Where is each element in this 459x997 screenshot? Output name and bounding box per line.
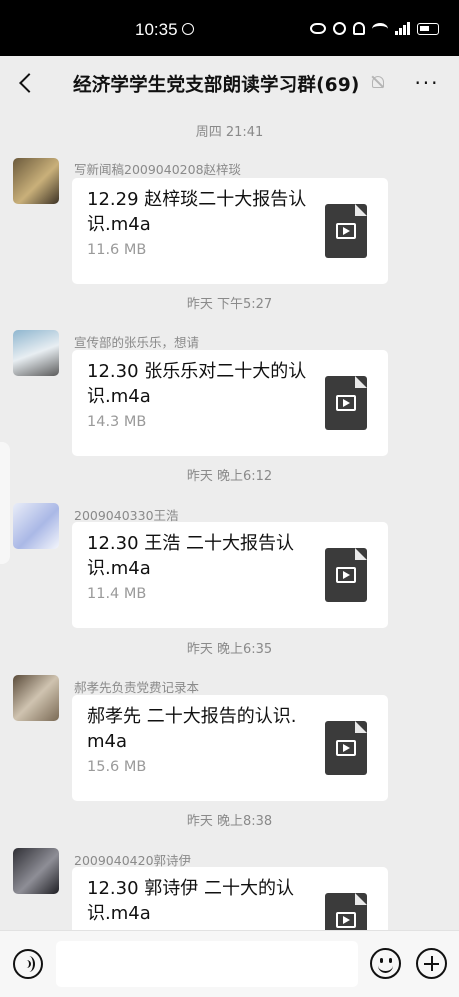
sender-name: 写新闻稿2009040208赵梓琰 <box>74 162 242 177</box>
file-size: 11.4 MB <box>87 586 147 602</box>
alarm-icon <box>333 22 346 35</box>
side-drawer-handle[interactable] <box>0 442 10 564</box>
avatar[interactable] <box>13 330 59 376</box>
back-button[interactable] <box>14 68 44 98</box>
video-file-icon <box>325 204 367 258</box>
file-message-bubble[interactable]: 郝孝先 二十大报告的认识.m4a 15.6 MB <box>72 695 388 801</box>
file-size: 14.3 MB <box>87 414 147 430</box>
chat-header: 经济学学生党支部朗读学习群(69) ··· <box>0 56 459 110</box>
message-timestamp: 昨天 下午5:27 <box>186 297 273 312</box>
input-bar <box>0 930 459 997</box>
avatar[interactable] <box>13 675 59 721</box>
message-input[interactable] <box>56 941 358 987</box>
file-message-bubble[interactable]: 12.29 赵梓琰二十大报告认识.m4a 11.6 MB <box>72 178 388 284</box>
signal-icon <box>395 22 410 35</box>
eye-comfort-icon <box>310 23 326 34</box>
video-file-icon <box>325 548 367 602</box>
message-timestamp: 昨天 晚上6:35 <box>186 642 273 657</box>
status-bar: 10:35 <box>0 0 459 56</box>
file-size: 15.6 MB <box>87 759 147 775</box>
status-time: 10:35 <box>135 20 178 39</box>
more-options-button[interactable]: ··· <box>412 70 442 96</box>
file-name: 12.30 郭诗伊 二十大的认识.m4a <box>87 878 294 924</box>
sender-name: 郝孝先负责党费记录本 <box>74 680 200 695</box>
file-name: 12.29 赵梓琰二十大报告认识.m4a <box>87 189 307 235</box>
emoji-button[interactable] <box>370 948 401 979</box>
more-actions-button[interactable] <box>416 948 447 979</box>
file-size: 11.6 MB <box>87 242 147 258</box>
file-name: 12.30 张乐乐对二十大的认识.m4a <box>87 361 307 407</box>
video-file-icon <box>325 376 367 430</box>
message-timestamp: 昨天 晚上8:38 <box>186 814 273 829</box>
file-name: 郝孝先 二十大报告的认识.m4a <box>87 706 297 752</box>
silent-bell-icon <box>353 22 365 35</box>
video-file-icon <box>325 721 367 775</box>
file-message-bubble[interactable]: 12.30 张乐乐对二十大的认识.m4a 14.3 MB <box>72 350 388 456</box>
recording-indicator-icon <box>182 23 194 35</box>
voice-input-button[interactable] <box>13 949 43 979</box>
avatar[interactable] <box>13 503 59 549</box>
file-name: 12.30 王浩 二十大报告认识.m4a <box>87 533 294 579</box>
avatar[interactable] <box>13 848 59 894</box>
message-timestamp: 昨天 晚上6:12 <box>186 469 273 484</box>
mute-icon <box>372 76 384 88</box>
status-icons <box>310 22 439 35</box>
wifi-icon <box>372 22 388 35</box>
avatar[interactable] <box>13 158 59 204</box>
message-timestamp: 周四 21:41 <box>195 125 264 140</box>
sender-name: 宣传部的张乐乐，想请 <box>74 335 200 350</box>
chat-title: 经济学学生党支部朗读学习群(69) <box>73 75 360 96</box>
file-message-bubble[interactable]: 12.30 王浩 二十大报告认识.m4a 11.4 MB <box>72 522 388 628</box>
battery-icon <box>417 22 439 35</box>
